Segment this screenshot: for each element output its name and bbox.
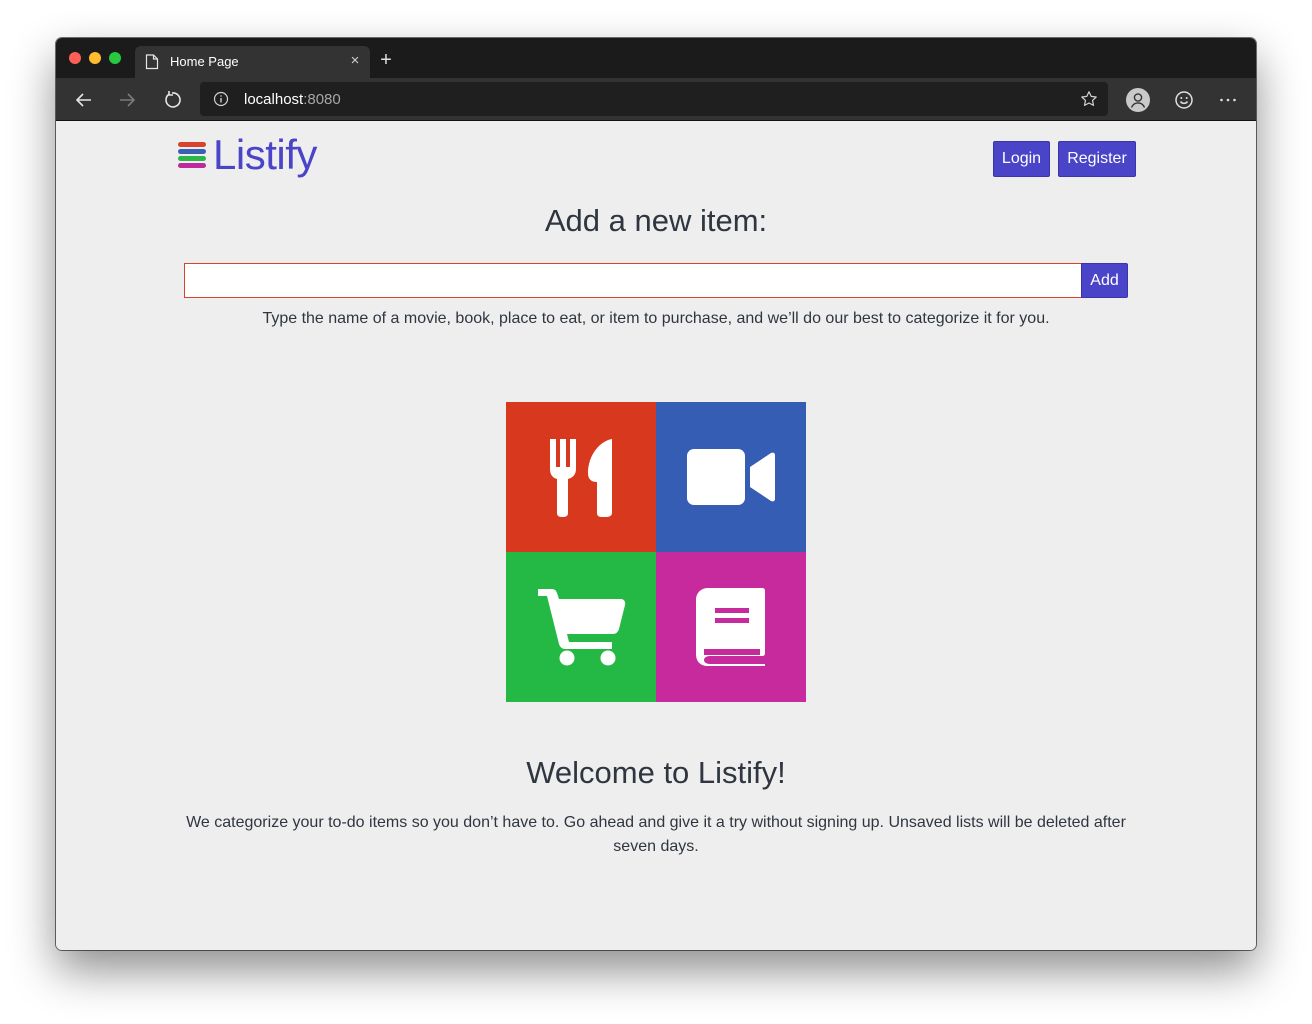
maximize-window-button[interactable] (109, 52, 121, 64)
book-icon (696, 588, 765, 666)
food-tile (506, 402, 656, 552)
welcome-text: We categorize your to-do items so you do… (186, 814, 1126, 855)
reload-icon (165, 91, 181, 108)
register-button[interactable]: Register (1058, 141, 1136, 177)
new-tab-button[interactable]: + (376, 50, 396, 70)
smiley-icon (1175, 91, 1193, 109)
ellipsis-icon (1220, 98, 1236, 102)
address-host: localhost (244, 91, 304, 108)
category-tiles (506, 402, 806, 702)
tab-close-icon[interactable]: × (346, 52, 364, 70)
book-line (704, 649, 760, 655)
title-bar: Home Page × + (56, 38, 1256, 78)
info-icon[interactable] (213, 91, 229, 112)
page-content: Listify Login Register Add a new item: A… (56, 121, 1256, 950)
books-tile (656, 552, 806, 702)
browser-toolbar: localhost:8080 (56, 78, 1256, 121)
add-item-input[interactable] (184, 263, 1082, 298)
logo-bar (178, 163, 206, 168)
logo-bar (178, 142, 206, 147)
profile-avatar-icon (1126, 88, 1150, 112)
shopping-cart-icon (538, 589, 626, 666)
forward-arrow-icon (120, 93, 136, 107)
reload-button[interactable] (159, 87, 185, 113)
utensils-icon (550, 439, 612, 517)
more-menu-button[interactable] (1214, 86, 1242, 114)
video-camera-icon (687, 449, 775, 505)
tab-title: Home Page (170, 54, 239, 69)
address-bar[interactable]: localhost:8080 (200, 82, 1108, 116)
book-line (715, 618, 749, 623)
add-item-hint: Type the name of a movie, book, place to… (262, 310, 1050, 327)
book-line (715, 608, 749, 613)
feedback-button[interactable] (1170, 86, 1198, 114)
close-window-button[interactable] (69, 52, 81, 64)
add-item-heading: Add a new item: (544, 203, 768, 238)
tab-home-page[interactable]: Home Page × (135, 46, 370, 78)
logo-bar (178, 156, 206, 161)
logo-text: Listify (213, 131, 317, 178)
page-icon (145, 54, 159, 75)
list-icon (178, 140, 206, 170)
add-button[interactable]: Add (1081, 263, 1128, 298)
favorite-star-icon[interactable] (1078, 88, 1100, 110)
address-url: localhost:8080 (244, 91, 341, 108)
logo-link[interactable]: Listify (178, 133, 317, 177)
minimize-window-button[interactable] (89, 52, 101, 64)
profile-button[interactable] (1124, 86, 1152, 114)
browser-window: Home Page × + localhost:8080 Listify Log… (56, 38, 1256, 950)
welcome-heading: Welcome to Listify! (526, 755, 786, 790)
back-button[interactable] (71, 87, 97, 113)
forward-button[interactable] (114, 87, 140, 113)
login-button[interactable]: Login (993, 141, 1050, 177)
back-arrow-icon (75, 93, 91, 107)
address-port: :8080 (303, 91, 341, 108)
movies-tile (656, 402, 806, 552)
shopping-tile (506, 552, 656, 702)
logo-bar (178, 149, 206, 154)
